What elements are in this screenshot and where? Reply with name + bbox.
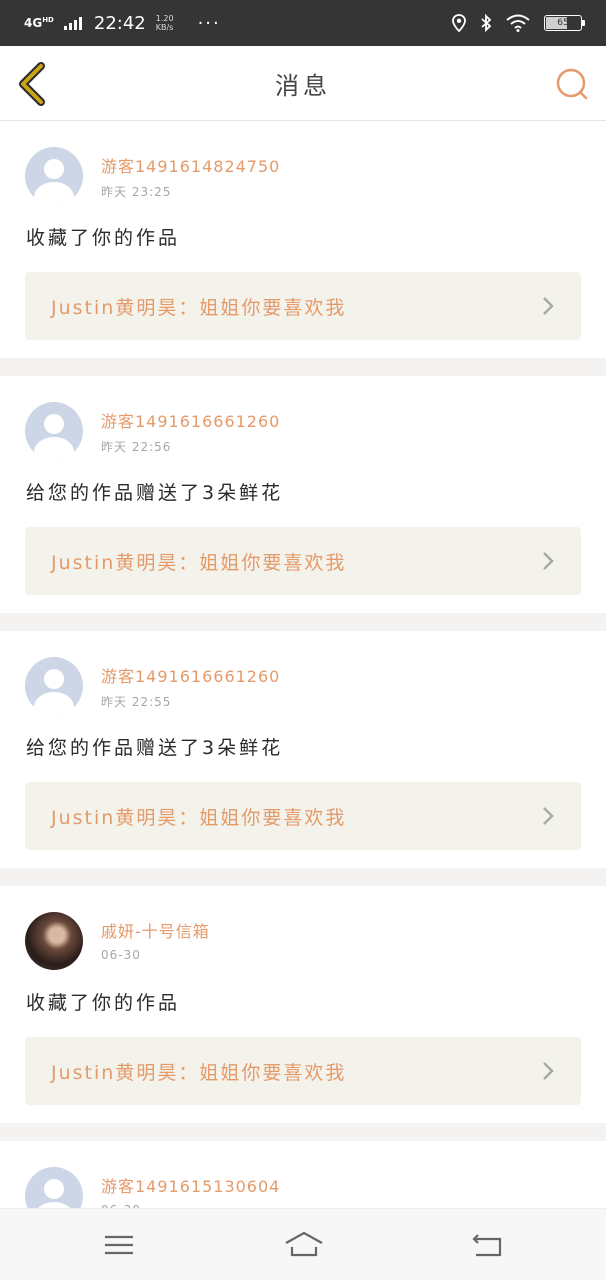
avatar[interactable] — [25, 1167, 83, 1208]
message-list[interactable]: 游客1491614824750 昨天 23:25 收藏了你的作品 Justin黄… — [0, 121, 606, 1208]
work-title: Justin黄明昊：姐姐你要喜欢我 — [51, 1061, 347, 1084]
message-action-text: 给您的作品赠送了3朵鲜花 — [26, 737, 284, 759]
message-time: 昨天 23:25 — [101, 185, 172, 199]
home-icon[interactable] — [284, 1229, 324, 1261]
message-card[interactable]: 游客1491616661260 昨天 22:56 给您的作品赠送了3朵鲜花 Ju… — [0, 376, 606, 613]
message-time: 昨天 22:56 — [101, 440, 172, 454]
chevron-left-icon[interactable] — [14, 62, 54, 106]
bluetooth-icon — [481, 14, 492, 32]
more-notifications-icon: ··· — [197, 12, 221, 34]
username[interactable]: 游客1491615130604 — [101, 1173, 280, 1197]
message-time: 06-30 — [101, 948, 141, 962]
work-title: Justin黄明昊：姐姐你要喜欢我 — [51, 806, 347, 829]
avatar[interactable] — [25, 402, 83, 460]
page-title: 消息 — [275, 71, 331, 100]
username[interactable]: 游客1491616661260 — [101, 663, 280, 687]
message-time: 昨天 22:55 — [101, 695, 172, 709]
work-link[interactable]: Justin黄明昊：姐姐你要喜欢我 — [25, 1037, 581, 1105]
signal-icon — [63, 16, 82, 30]
chevron-right-icon — [543, 1062, 554, 1080]
avatar[interactable] — [25, 147, 83, 205]
username[interactable]: 游客1491616661260 — [101, 408, 280, 432]
message-action-text: 收藏了你的作品 — [26, 227, 181, 249]
chevron-right-icon — [543, 552, 554, 570]
clock: 22:42 — [93, 12, 146, 34]
network-speed: 1.20 KB/s — [155, 14, 174, 32]
message-card[interactable]: 游客1491615130604 06-30 收藏了你的作品 — [0, 1141, 606, 1208]
search-icon[interactable] — [554, 66, 590, 102]
chevron-right-icon — [543, 807, 554, 825]
message-action-text: 给您的作品赠送了3朵鲜花 — [26, 482, 284, 504]
message-card[interactable]: 游客1491616661260 昨天 22:55 给您的作品赠送了3朵鲜花 Ju… — [0, 631, 606, 868]
message-card[interactable]: 戚妍-十号信箱 06-30 收藏了你的作品 Justin黄明昊：姐姐你要喜欢我 — [0, 886, 606, 1123]
wifi-icon — [506, 14, 530, 32]
status-bar: 4GHD 22:42 1.20 KB/s ··· 65 — [0, 0, 606, 46]
message-action-text: 收藏了你的作品 — [26, 992, 181, 1014]
username[interactable]: 游客1491614824750 — [101, 153, 280, 177]
back-icon[interactable] — [470, 1229, 506, 1261]
avatar[interactable] — [25, 912, 83, 970]
message-card[interactable]: 游客1491614824750 昨天 23:25 收藏了你的作品 Justin黄… — [0, 121, 606, 358]
username[interactable]: 戚妍-十号信箱 — [101, 918, 210, 942]
work-title: Justin黄明昊：姐姐你要喜欢我 — [51, 551, 347, 574]
network-indicator: 4GHD — [24, 16, 54, 30]
work-link[interactable]: Justin黄明昊：姐姐你要喜欢我 — [25, 782, 581, 850]
chevron-right-icon — [543, 297, 554, 315]
work-title: Justin黄明昊：姐姐你要喜欢我 — [51, 296, 347, 319]
menu-icon[interactable] — [101, 1229, 137, 1261]
battery-icon: 65 — [544, 15, 585, 31]
system-nav-bar — [0, 1208, 606, 1280]
work-link[interactable]: Justin黄明昊：姐姐你要喜欢我 — [25, 527, 581, 595]
work-link[interactable]: Justin黄明昊：姐姐你要喜欢我 — [25, 272, 581, 340]
top-bar: 消息 — [0, 46, 606, 121]
avatar[interactable] — [25, 657, 83, 715]
location-icon — [452, 14, 466, 32]
